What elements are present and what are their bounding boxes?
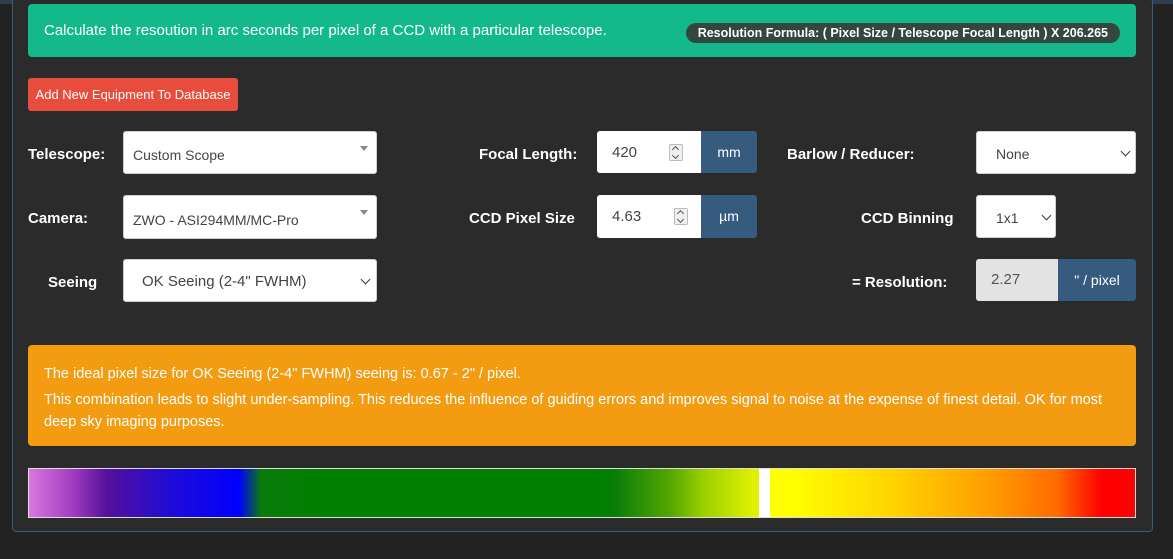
seeing-value: OK Seeing (2-4" FWHM) xyxy=(142,273,307,290)
formula-badge: Resolution Formula: ( Pixel Size / Teles… xyxy=(685,23,1120,43)
camera-label: Camera: xyxy=(28,210,89,227)
telescope-select[interactable]: Custom Scope xyxy=(123,131,377,174)
add-equipment-button[interactable]: Add New Equipment To Database xyxy=(28,78,238,111)
barlow-label: Barlow / Reducer: xyxy=(787,146,915,163)
binning-label: CCD Binning xyxy=(861,210,954,227)
sampling-color-scale xyxy=(28,468,1136,518)
sampling-alert: The ideal pixel size for OK Seeing (2-4"… xyxy=(28,345,1136,446)
chevron-down-icon xyxy=(360,274,371,285)
chevron-down-icon xyxy=(1041,210,1052,221)
seeing-label: Seeing xyxy=(48,274,98,291)
camera-value: ZWO - ASI294MM/MC-Pro xyxy=(133,212,299,228)
spinner-arrows-icon[interactable] xyxy=(669,144,683,161)
focal-length-input[interactable]: 420 xyxy=(597,131,701,173)
pixel-size-input[interactable]: 4.63 xyxy=(597,195,701,238)
resolution-unit: " / pixel xyxy=(1058,259,1136,301)
focal-length-label: Focal Length: xyxy=(479,146,578,163)
pixel-size-unit: µm xyxy=(701,195,757,238)
pixel-size-label: CCD Pixel Size xyxy=(469,210,575,227)
resolution-output: 2.27 xyxy=(976,259,1058,301)
telescope-label: Telescope: xyxy=(28,146,106,163)
banner-description: Calculate the resoution in arc seconds p… xyxy=(44,22,607,39)
alert-sampling-note: This combination leads to slight under-s… xyxy=(44,392,1102,430)
barlow-value: None xyxy=(996,146,1030,162)
camera-select[interactable]: ZWO - ASI294MM/MC-Pro xyxy=(123,195,377,239)
telescope-value: Custom Scope xyxy=(133,147,225,163)
binning-select[interactable]: 1x1 xyxy=(976,195,1056,238)
focal-length-unit: mm xyxy=(701,131,757,173)
resolution-label: = Resolution: xyxy=(852,274,948,291)
info-banner: Calculate the resoution in arc seconds p… xyxy=(28,4,1136,57)
pixel-size-value: 4.63 xyxy=(612,208,642,225)
alert-ideal-range: The ideal pixel size for OK Seeing (2-4"… xyxy=(44,366,521,382)
barlow-select[interactable]: None xyxy=(976,131,1136,174)
seeing-select[interactable]: OK Seeing (2-4" FWHM) xyxy=(123,259,377,302)
focal-length-value: 420 xyxy=(612,144,638,161)
spinner-arrows-icon[interactable] xyxy=(674,208,688,225)
caret-down-icon xyxy=(360,210,368,215)
caret-down-icon xyxy=(360,146,368,151)
binning-value: 1x1 xyxy=(996,210,1019,226)
chevron-down-icon xyxy=(1120,146,1131,157)
